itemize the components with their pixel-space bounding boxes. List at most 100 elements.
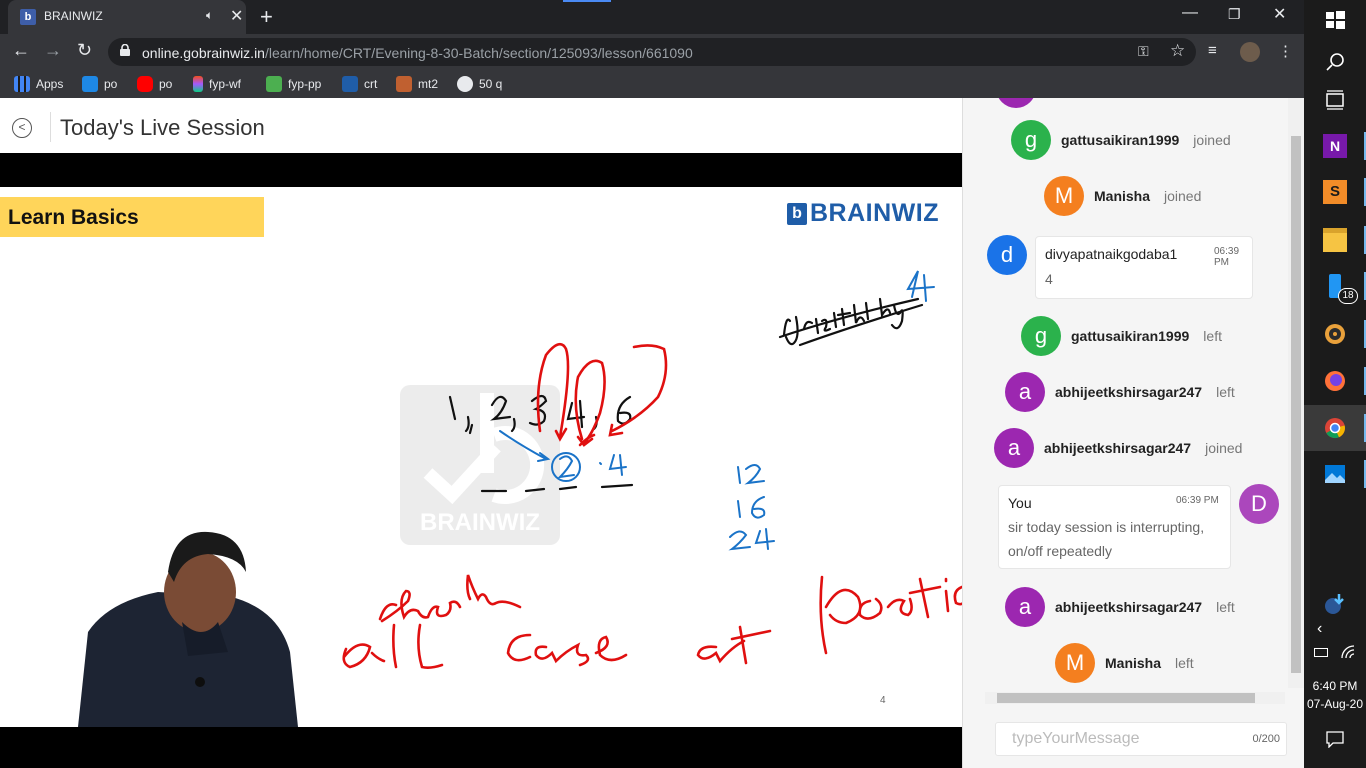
lock-icon — [120, 44, 130, 56]
clock-time[interactable]: 6:40 PM — [1304, 679, 1366, 693]
chat-panel: g gattusaikiran1999 joined M Manisha joi… — [962, 98, 1304, 768]
chat-event: a abhijeetkshirsagar247 left — [1005, 372, 1235, 412]
char-counter: 0/200 — [1252, 733, 1280, 745]
chat-username: Manisha — [1105, 655, 1162, 671]
bookmark-fyp-wf[interactable]: fyp-wf — [193, 76, 241, 92]
avatar: M — [1055, 643, 1095, 683]
bookmark-po-youtube[interactable]: po — [137, 76, 172, 92]
brainwiz-icon — [342, 76, 358, 92]
slide-page-number: 4 — [880, 695, 886, 706]
chrome-icon[interactable] — [1323, 416, 1347, 440]
bookmark-label: fyp-pp — [288, 77, 322, 91]
scrollbar-thumb[interactable] — [1291, 136, 1301, 673]
windows-start-icon[interactable] — [1323, 8, 1347, 32]
download-notification-icon[interactable] — [1323, 592, 1347, 616]
black-ink — [448, 297, 924, 493]
reload-icon[interactable]: ↻ — [77, 40, 92, 61]
chat-input-box[interactable]: 0/200 — [995, 722, 1287, 756]
music-player-icon[interactable] — [1323, 322, 1347, 346]
chat-username: gattusaikiran1999 — [1071, 328, 1190, 344]
chat-username: abhijeetkshirsagar247 — [1044, 440, 1192, 456]
chat-message-list[interactable]: g gattusaikiran1999 joined M Manisha joi… — [963, 98, 1289, 688]
media-control-icon[interactable]: ≡ — [1208, 42, 1217, 59]
live-video-player[interactable]: Learn Basics b BRAINWIZ BRAINWIZ 4 — [0, 153, 962, 768]
avatar: d — [987, 235, 1027, 275]
browser-toolbar: ← → ↻ online.gobrainwiz.in/learn/home/CR… — [0, 34, 1304, 70]
red-ink — [342, 342, 962, 669]
chat-username: Manisha — [1094, 188, 1151, 204]
browser-tab[interactable]: b BRAINWIZ 🔈︎ ✕ — [8, 0, 246, 34]
bookmark-crt[interactable]: crt — [342, 76, 377, 92]
brainwiz-favicon-icon: b — [20, 9, 36, 25]
wifi-icon[interactable] — [1340, 644, 1356, 660]
chat-event: g gattusaikiran1999 left — [1021, 316, 1222, 356]
key-icon[interactable]: ⚿ — [1138, 43, 1149, 60]
file-explorer-icon[interactable] — [1323, 228, 1347, 252]
restore-icon[interactable]: ❐ — [1228, 6, 1241, 23]
chat-event-action: left — [1216, 384, 1235, 400]
onenote-icon[interactable]: N — [1323, 134, 1347, 158]
menu-dots-icon[interactable]: ⋮ — [1278, 42, 1293, 60]
figma-icon — [193, 76, 203, 92]
browser-tab-bar: b BRAINWIZ 🔈︎ ✕ + — ❐ ✕ — [0, 0, 1304, 34]
bookmark-star-icon[interactable]: ☆ — [1170, 41, 1185, 61]
chat-message-own: You 06:39 PM sir today session is interr… — [998, 485, 1231, 569]
bookmark-label: fyp-wf — [209, 77, 242, 91]
chat-message-text: sir today session is interrupting, on/of… — [1008, 519, 1205, 559]
new-tab-button[interactable]: + — [260, 4, 273, 30]
tab-title: BRAINWIZ — [44, 9, 103, 23]
chat-horizontal-scrollbar[interactable] — [985, 692, 1285, 704]
speaker-icon[interactable]: 🔈︎ — [206, 8, 213, 23]
task-view-icon[interactable] — [1323, 88, 1347, 112]
back-circle-icon[interactable]: < — [12, 118, 32, 138]
windows-taskbar: N S 18 ‹ 6:40 PM 07-Aug-20 — [1304, 0, 1366, 768]
chat-username: You — [1008, 495, 1032, 511]
bookmark-50q[interactable]: 50 q — [457, 76, 502, 92]
photos-icon[interactable] — [1323, 462, 1347, 486]
bookmark-mt2[interactable]: mt2 — [396, 76, 438, 92]
avatar — [996, 98, 1036, 108]
chat-vertical-scrollbar[interactable] — [1288, 98, 1304, 688]
chat-username: divyapatnaikgodaba1 — [1045, 246, 1178, 262]
clock-date[interactable]: 07-Aug-20 — [1304, 697, 1366, 711]
firefox-icon[interactable] — [1323, 369, 1347, 393]
search-icon[interactable] — [1323, 50, 1347, 74]
battery-icon[interactable] — [1314, 648, 1328, 657]
chevron-up-icon[interactable]: ‹ — [1317, 620, 1322, 638]
bookmark-label: po — [159, 77, 173, 91]
avatar: a — [1005, 372, 1045, 412]
bookmark-fyp-pp[interactable]: fyp-pp — [266, 76, 321, 92]
avatar: D — [1239, 484, 1279, 524]
chat-timestamp: 06:39 PM — [1176, 495, 1219, 506]
chat-message-text: 4 — [1045, 271, 1053, 287]
notification-center-icon[interactable] — [1325, 730, 1345, 748]
page-title: Today's Live Session — [60, 115, 265, 140]
sublime-text-icon[interactable]: S — [1323, 180, 1347, 204]
chat-event-action: joined — [1164, 188, 1202, 204]
page: < Today's Live Session Learn Basics b BR… — [0, 98, 1304, 768]
avatar: g — [1021, 316, 1061, 356]
close-tab-icon[interactable]: ✕ — [230, 6, 243, 26]
presenter-video-feed — [78, 531, 298, 727]
profile-avatar[interactable] — [1240, 42, 1260, 62]
avatar: a — [1005, 587, 1045, 627]
address-bar[interactable]: online.gobrainwiz.in/learn/home/CRT/Even… — [108, 38, 1196, 66]
close-window-icon[interactable]: ✕ — [1273, 4, 1286, 24]
chat-username: gattusaikiran1999 — [1061, 132, 1180, 148]
chat-event: M Manisha left — [1055, 643, 1194, 683]
chat-event-action: joined — [1193, 132, 1231, 148]
notification-badge: 18 — [1338, 288, 1358, 304]
window-top-indicator — [563, 0, 611, 2]
bookmark-apps[interactable]: Apps — [14, 76, 63, 92]
chat-message: divyapatnaikgodaba1 06:39 PM 4 — [1035, 236, 1253, 299]
chat-event: M Manisha joined — [1044, 176, 1201, 216]
chat-event: a abhijeetkshirsagar247 joined — [994, 428, 1242, 468]
bookmark-label: 50 q — [479, 77, 503, 91]
forward-arrow-icon[interactable]: → — [44, 40, 62, 61]
message-input[interactable] — [996, 723, 1236, 755]
bookmark-po[interactable]: po — [82, 76, 117, 92]
back-arrow-icon[interactable]: ← — [12, 40, 30, 61]
scrollbar-thumb[interactable] — [997, 693, 1255, 703]
chat-event-action: left — [1203, 328, 1222, 344]
minimize-icon[interactable]: — — [1182, 4, 1198, 22]
